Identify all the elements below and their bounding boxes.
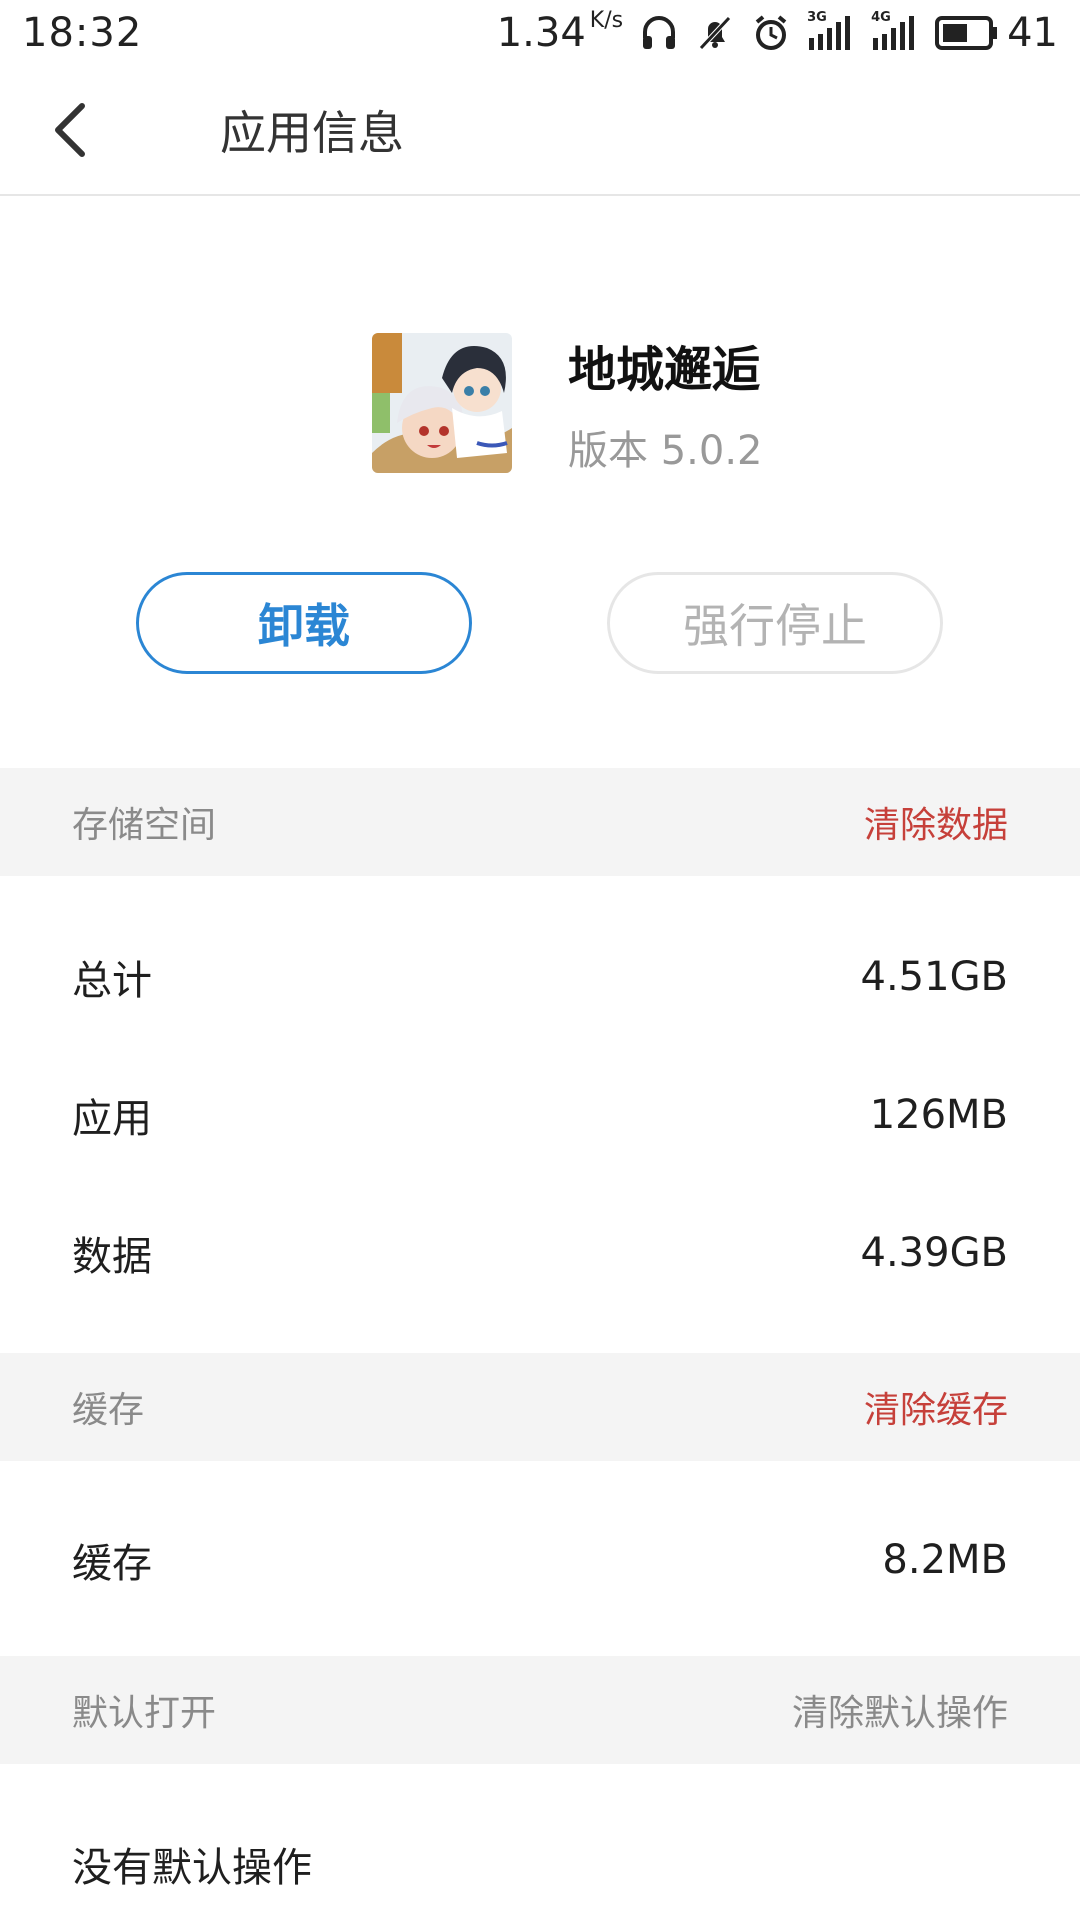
default-open-section-header: 默认打开 清除默认操作 [0,1656,1080,1764]
storage-row-total: 总计 4.51GB [0,908,1080,1046]
network-speed: 1.34 K/s [496,8,624,57]
row-label: 总计 [72,958,152,1004]
app-text: 地城邂逅 版本 5.0.2 [568,330,763,476]
app-summary: 地城邂逅 版本 5.0.2 [372,330,763,476]
battery-indicator: 41 [935,10,1058,56]
clear-defaults-button[interactable]: 清除默认操作 [792,1684,1008,1736]
row-value: 8.2MB [882,1537,1008,1583]
force-stop-button[interactable]: 强行停止 [607,572,943,674]
status-bar: 18:32 1.34 K/s 3G 4G 41 [0,0,1080,66]
uninstall-button[interactable]: 卸载 [136,572,472,674]
network-speed-unit: K/s [589,8,624,33]
default-open-section-title: 默认打开 [72,1693,217,1734]
app-info-screen: 18:32 1.34 K/s 3G 4G 41 应用信息 地城邂逅 版本 5.0… [0,0,1080,1920]
row-value: 4.39GB [860,1230,1009,1276]
storage-section-header: 存储空间 清除数据 [0,768,1080,876]
battery-level: 41 [1007,10,1058,56]
app-version: 版本 5.0.2 [568,428,763,474]
signal-4g-icon: 4G [871,10,919,52]
page-title: 应用信息 [220,106,404,160]
mute-bell-icon [695,13,735,53]
row-value: 126MB [869,1092,1008,1138]
alarm-icon [751,13,791,53]
row-value: 4.51GB [860,954,1009,1000]
app-name: 地城邂逅 [568,342,761,398]
row-label: 应用 [72,1096,152,1142]
storage-section-title: 存储空间 [72,805,217,846]
cache-section-title: 缓存 [72,1390,145,1431]
cache-row: 缓存 8.2MB [0,1491,1080,1629]
clear-cache-button[interactable]: 清除缓存 [864,1381,1008,1433]
chevron-left-icon [55,103,85,157]
back-button[interactable] [50,65,160,195]
status-icons: 1.34 K/s 3G 4G 41 [496,8,1058,57]
default-open-row: 没有默认操作 [0,1795,1080,1920]
app-icon [372,333,512,473]
cache-section-header: 缓存 清除缓存 [0,1353,1080,1461]
status-time: 18:32 [22,10,143,56]
row-label: 缓存 [72,1541,152,1587]
row-label: 数据 [72,1234,152,1280]
network-type-1: 3G [807,10,827,25]
top-app-bar: 应用信息 [0,66,1080,196]
headphones-icon [639,13,679,53]
row-label: 没有默认操作 [72,1845,312,1891]
network-type-2: 4G [871,10,891,25]
battery-icon [935,16,998,50]
storage-row-app: 应用 126MB [0,1046,1080,1184]
signal-3g-icon: 3G [807,10,855,52]
network-speed-value: 1.34 [496,10,586,56]
storage-row-data: 数据 4.39GB [0,1184,1080,1322]
clear-data-button[interactable]: 清除数据 [864,796,1008,848]
